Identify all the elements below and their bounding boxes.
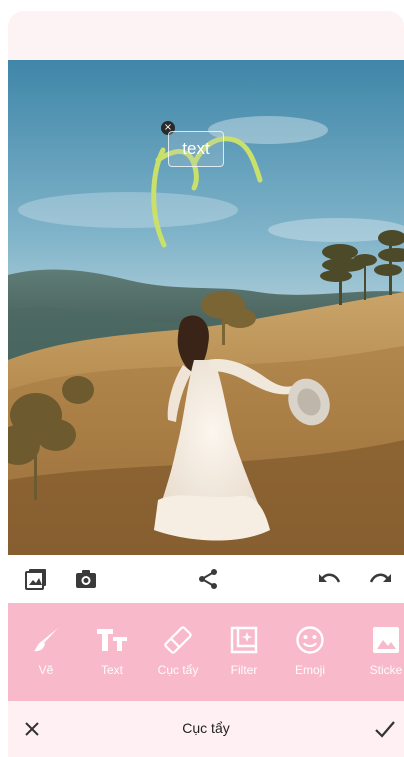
- tool-emoji[interactable]: Emoji: [280, 623, 340, 693]
- eraser-icon: [148, 623, 208, 657]
- tool-label: Vẽ: [38, 663, 54, 677]
- text-icon: [82, 623, 142, 657]
- filter-icon: [214, 623, 274, 657]
- tool-label: Filter: [230, 663, 258, 677]
- undo-icon[interactable]: [318, 567, 342, 591]
- tool-eraser[interactable]: Cục tẩy: [148, 623, 208, 693]
- tool-label: Text: [100, 663, 123, 677]
- tool-label: Cục tẩy: [157, 663, 199, 677]
- gallery-icon[interactable]: [24, 567, 48, 591]
- action-bar: [8, 555, 404, 603]
- brush-icon: [16, 623, 76, 657]
- tool-text[interactable]: Text: [82, 623, 142, 693]
- mode-title: Cục tẩy: [182, 720, 230, 736]
- sticker-icon: [356, 623, 404, 657]
- tool-bar: Vẽ Text Cục tẩy Filter Emoji Sticke: [8, 603, 404, 701]
- tool-label: Sticke: [369, 663, 403, 677]
- top-bar: [8, 11, 404, 60]
- footer-bar: Cục tẩy: [8, 701, 404, 757]
- tool-label: Emoji: [294, 663, 325, 677]
- editor-screen: × text Vẽ Text Cục tẩy Filter Emoji Stic…: [0, 0, 404, 757]
- tool-draw[interactable]: Vẽ: [16, 623, 76, 693]
- emoji-icon: [280, 623, 340, 657]
- redo-icon[interactable]: [368, 567, 392, 591]
- text-overlay[interactable]: text: [168, 131, 224, 167]
- share-icon[interactable]: [196, 567, 220, 591]
- screen-edge: [0, 0, 8, 757]
- tool-filter[interactable]: Filter: [214, 623, 274, 693]
- tool-sticker[interactable]: Sticke: [356, 623, 404, 693]
- camera-icon[interactable]: [74, 567, 98, 591]
- check-icon[interactable]: [374, 719, 396, 739]
